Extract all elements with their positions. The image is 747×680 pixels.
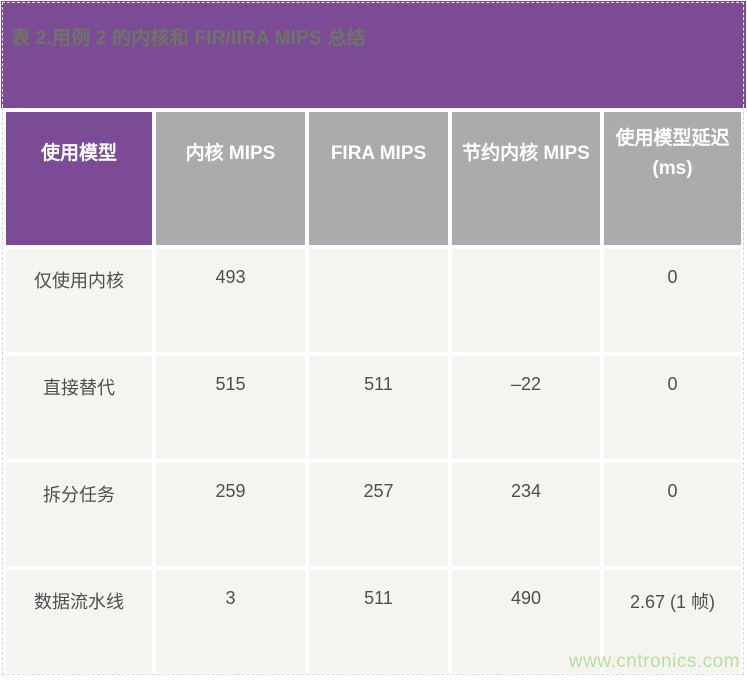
table-cell	[452, 249, 600, 352]
table-cell: 493	[156, 249, 305, 352]
header-cell-core-mips: 内核 MIPS	[156, 112, 305, 245]
header-label: 使用模型	[41, 112, 117, 196]
table-cell: 234	[452, 463, 600, 566]
table-cell: 259	[156, 463, 305, 566]
header-cell-usage-model-latency: 使用模型延迟 (ms)	[604, 112, 741, 245]
table-title-banner: 表 2.用例 2 的内核和 FIR/IIRA MIPS 总结	[1, 1, 746, 108]
table-cell: 3	[156, 570, 305, 673]
table-cell: 511	[309, 570, 448, 673]
table-cell: 仅使用内核	[6, 249, 152, 352]
table-cell: 511	[309, 356, 448, 459]
table-cell: –22	[452, 356, 600, 459]
header-cell-usage-model: 使用模型	[6, 112, 152, 245]
table-title: 表 2.用例 2 的内核和 FIR/IIRA MIPS 总结	[11, 23, 366, 50]
mips-summary-table: 使用模型 内核 MIPS FIRA MIPS 节约内核 MIPS 使用模型延迟 …	[6, 112, 741, 673]
header-cell-saved-core-mips: 节约内核 MIPS	[452, 112, 600, 245]
header-label: 内核 MIPS	[186, 112, 276, 196]
header-label: 节约内核 MIPS	[462, 112, 590, 196]
table-cell: 0	[604, 249, 741, 352]
watermark-text: www.cntronics.com	[569, 651, 740, 673]
table-cell: 0	[604, 356, 741, 459]
table-cell: 257	[309, 463, 448, 566]
table-cell: 515	[156, 356, 305, 459]
header-label: FIRA MIPS	[331, 112, 426, 196]
header-label: 使用模型延迟 (ms)	[615, 112, 729, 196]
table-cell	[309, 249, 448, 352]
table-cell: 拆分任务	[6, 463, 152, 566]
table-cell: 数据流水线	[6, 570, 152, 673]
table-cell: 直接替代	[6, 356, 152, 459]
header-cell-fira-mips: FIRA MIPS	[309, 112, 448, 245]
table-cell: 0	[604, 463, 741, 566]
table-figure: 表 2.用例 2 的内核和 FIR/IIRA MIPS 总结 使用模型 内核 M…	[0, 0, 747, 680]
